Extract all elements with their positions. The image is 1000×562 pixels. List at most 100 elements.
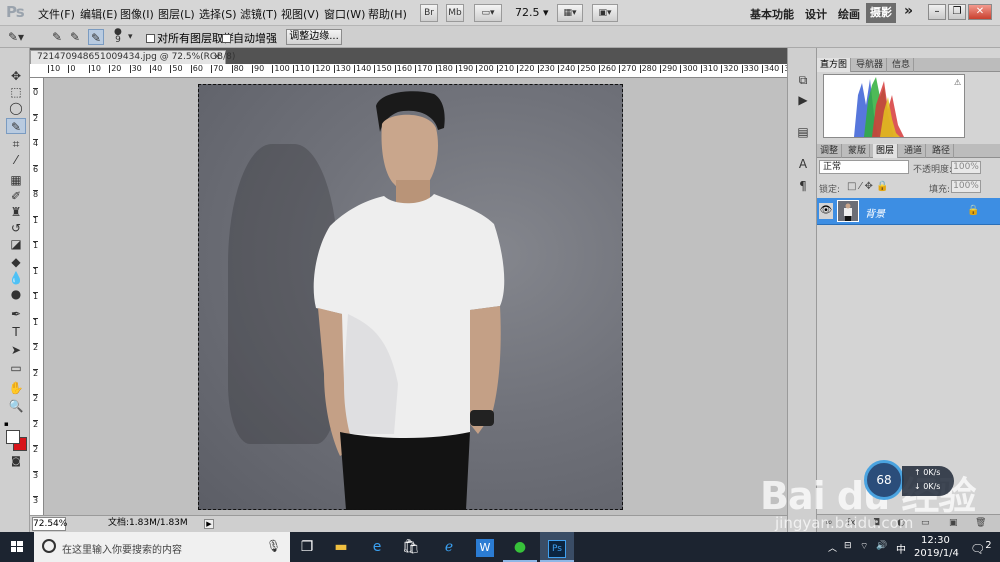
menu-filter[interactable]: 滤镜(T) bbox=[240, 6, 277, 22]
zoom-percentage-field[interactable]: 72.54% bbox=[32, 517, 67, 531]
workspace-painting[interactable]: 绘画 bbox=[838, 6, 860, 22]
hand-tool-icon[interactable]: ✋ bbox=[6, 380, 26, 396]
checkbox-box[interactable] bbox=[146, 34, 155, 43]
wechat-icon[interactable]: ● bbox=[503, 532, 537, 562]
layer-name[interactable]: 背景 bbox=[865, 205, 885, 220]
actions-panel-icon[interactable]: ▶ bbox=[795, 92, 811, 108]
auto-enhance-checkbox[interactable]: 自动增强 bbox=[222, 30, 277, 46]
tab-close-icon[interactable]: × bbox=[213, 51, 221, 63]
input-method-indicator[interactable]: 中 bbox=[896, 541, 906, 556]
menu-select[interactable]: 选择(S) bbox=[199, 6, 237, 22]
tab-layers[interactable]: 图层 bbox=[873, 144, 899, 158]
zoom-level-select[interactable]: 72.5 ▾ bbox=[515, 6, 549, 19]
tab-paths[interactable]: 路径 bbox=[929, 144, 955, 158]
menu-file[interactable]: 文件(F) bbox=[38, 6, 75, 22]
shape-tool-icon[interactable]: ▭ bbox=[6, 360, 26, 376]
tab-info[interactable]: 信息 bbox=[889, 58, 915, 72]
add-to-selection-icon[interactable]: ✎ bbox=[70, 29, 80, 45]
taskbar-search-box[interactable]: 在这里输入你要搜索的内容 🎙 bbox=[34, 532, 290, 562]
healing-brush-icon[interactable]: ▦ bbox=[6, 172, 26, 188]
character-panel-icon[interactable]: A bbox=[795, 156, 811, 172]
marquee-tool-icon[interactable]: ⬚ bbox=[6, 84, 26, 100]
tab-channels[interactable]: 通道 bbox=[901, 144, 927, 158]
menu-edit[interactable]: 编辑(E) bbox=[80, 6, 118, 22]
close-icon[interactable]: ✕ bbox=[968, 4, 992, 20]
tab-histogram[interactable]: 直方图 bbox=[817, 58, 852, 72]
pen-tool-icon[interactable]: ✒ bbox=[6, 306, 26, 322]
eyedropper-tool-icon[interactable]: ⁄ bbox=[6, 152, 26, 168]
quick-selection-preset-icon[interactable]: ✎▾ bbox=[8, 29, 24, 45]
foreground-color-swatch[interactable] bbox=[6, 430, 20, 444]
quick-mask-icon[interactable]: ◙ bbox=[6, 454, 26, 470]
clock-date[interactable]: 2019/1/4 bbox=[914, 548, 959, 559]
layer-visibility-eye-icon[interactable]: 👁 bbox=[819, 203, 833, 219]
menu-view[interactable]: 视图(V) bbox=[281, 6, 319, 22]
edge-browser-icon[interactable]: e bbox=[360, 532, 394, 562]
history-brush-icon[interactable]: ↺ bbox=[6, 220, 26, 236]
document-tab[interactable]: 721470948651009434.jpg @ 72.5%(RGB/8) × bbox=[30, 50, 235, 64]
history-panel-icon[interactable]: ⧉ bbox=[795, 72, 811, 88]
task-view-icon[interactable]: ❐ bbox=[290, 532, 324, 562]
sample-all-layers-checkbox[interactable]: 对所有图层取样 bbox=[146, 30, 234, 46]
crop-tool-icon[interactable]: ⌗ bbox=[6, 136, 26, 152]
wifi-icon[interactable]: ⌔ bbox=[860, 541, 868, 552]
mini-bridge-button[interactable]: Mb bbox=[446, 4, 464, 22]
menu-layer[interactable]: 图层(L) bbox=[158, 6, 195, 22]
view-extras-icon[interactable]: ▭▾ bbox=[474, 4, 502, 22]
canvas-area[interactable] bbox=[44, 78, 787, 515]
file-explorer-icon[interactable]: ▬ bbox=[324, 532, 358, 562]
word-app-icon[interactable]: W bbox=[468, 532, 502, 562]
restore-icon[interactable]: ❐ bbox=[948, 4, 966, 20]
minimize-icon[interactable]: – bbox=[928, 4, 946, 20]
arrange-documents-icon[interactable]: ▦▾ bbox=[557, 4, 583, 22]
blur-tool-icon[interactable]: 💧 bbox=[6, 270, 26, 286]
menu-help[interactable]: 帮助(H) bbox=[368, 6, 407, 22]
layer-row-background[interactable]: 👁 背景 🔒 bbox=[817, 198, 1000, 225]
workspace-photography[interactable]: 摄影 bbox=[866, 3, 896, 23]
paragraph-panel-icon[interactable]: ¶ bbox=[795, 178, 811, 194]
menu-window[interactable]: 窗口(W) bbox=[324, 6, 365, 22]
workspace-design[interactable]: 设计 bbox=[805, 6, 827, 22]
network-icon[interactable]: ⊟ bbox=[844, 541, 852, 551]
clock-time[interactable]: 12:30 bbox=[921, 535, 950, 546]
clone-stamp-icon[interactable]: ♜ bbox=[6, 204, 26, 220]
chevron-down-icon[interactable]: ▾ bbox=[128, 29, 133, 45]
path-selection-icon[interactable]: ➤ bbox=[6, 342, 26, 358]
bridge-button[interactable]: Br bbox=[420, 4, 438, 22]
tab-navigator[interactable]: 导航器 bbox=[853, 58, 888, 72]
menu-image[interactable]: 图像(I) bbox=[120, 6, 154, 22]
default-colors-icon[interactable]: ▪ bbox=[4, 420, 12, 428]
store-icon[interactable]: 🛍 bbox=[394, 532, 428, 562]
move-tool-icon[interactable]: ✥ bbox=[6, 68, 26, 84]
tray-expand-icon[interactable]: ︿ bbox=[828, 541, 837, 554]
fill-field[interactable]: 100% bbox=[951, 180, 981, 193]
network-speed-widget[interactable]: 68 ↑ 0K/s ↓ 0K/s bbox=[864, 460, 954, 500]
status-menu-arrow-icon[interactable]: ▶ bbox=[204, 519, 214, 529]
subtract-selection-icon[interactable]: ✎ bbox=[88, 29, 104, 45]
workspace-essentials[interactable]: 基本功能 bbox=[750, 6, 794, 22]
workspace-overflow-icon[interactable]: » bbox=[904, 3, 913, 19]
dodge-tool-icon[interactable]: ● bbox=[6, 286, 26, 302]
brush-presets-icon[interactable]: ▤ bbox=[795, 124, 811, 140]
notification-center-icon[interactable]: 🗨2 bbox=[970, 540, 992, 556]
lock-icons[interactable]: □ ⁄ ✥ 🔒 bbox=[847, 181, 888, 192]
eraser-tool-icon[interactable]: ◪ bbox=[6, 236, 26, 252]
volume-icon[interactable]: 🔊 bbox=[876, 541, 887, 551]
brush-tool-icon[interactable]: ✐ bbox=[6, 188, 26, 204]
microphone-icon[interactable]: 🎙 bbox=[266, 539, 281, 553]
refine-edge-button[interactable]: 调整边缘... bbox=[286, 29, 342, 45]
tab-masks[interactable]: 蒙版 bbox=[845, 144, 871, 158]
start-button[interactable] bbox=[0, 532, 34, 562]
opacity-field[interactable]: 100% bbox=[951, 161, 981, 174]
type-tool-icon[interactable]: T bbox=[6, 324, 26, 340]
brush-size-picker[interactable]: ● 9 bbox=[114, 28, 122, 45]
new-selection-icon[interactable]: ✎ bbox=[52, 29, 62, 45]
blend-mode-select[interactable]: 正常 bbox=[819, 160, 909, 174]
checkbox-box[interactable] bbox=[222, 34, 231, 43]
delete-layer-icon[interactable]: 🗑 bbox=[975, 518, 986, 528]
tab-adjustments[interactable]: 调整 bbox=[817, 144, 843, 158]
paint-bucket-icon[interactable]: ◆ bbox=[6, 254, 26, 270]
zoom-tool-icon[interactable]: 🔍 bbox=[6, 398, 26, 414]
ie-browser-icon[interactable]: ℯ bbox=[432, 532, 466, 562]
quick-selection-tool-icon[interactable]: ✎ bbox=[6, 118, 26, 134]
